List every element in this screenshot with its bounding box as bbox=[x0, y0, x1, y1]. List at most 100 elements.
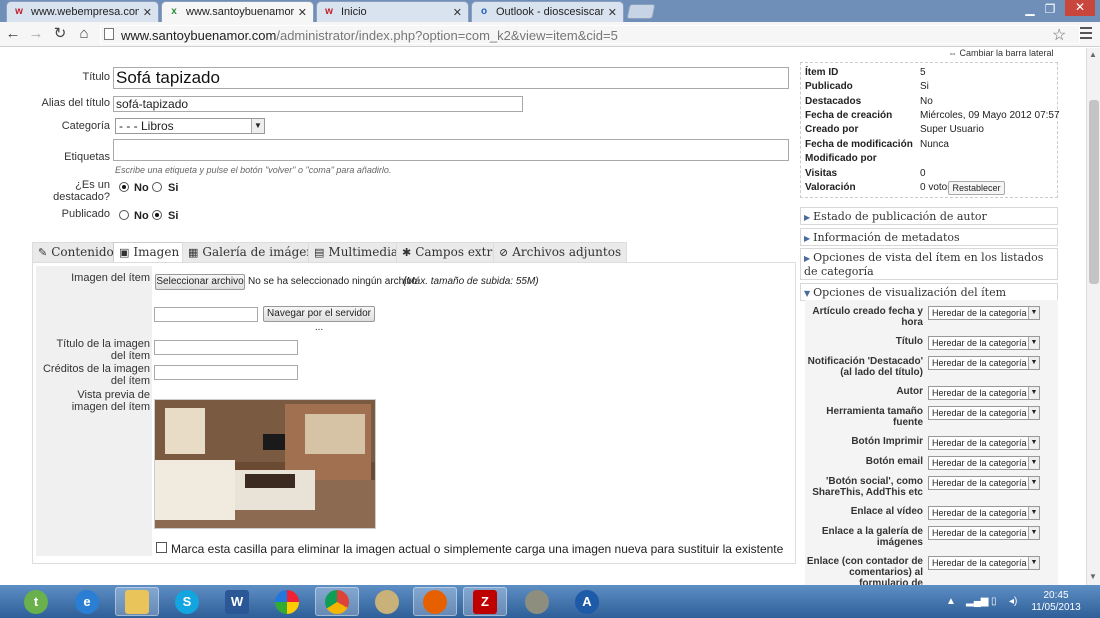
triangle-app-icon: A bbox=[575, 589, 599, 614]
credits-input[interactable] bbox=[154, 365, 298, 380]
option-select[interactable]: Heredar de la categoría ▼ bbox=[928, 306, 1040, 320]
accordion-author-status[interactable]: ▶ Estado de publicación de autor bbox=[800, 207, 1058, 225]
picasa-icon bbox=[275, 589, 299, 614]
gimp-button[interactable] bbox=[515, 587, 559, 616]
browser-tab-santoybuenamor[interactable]: x www.santoybuenamor.co ✕ bbox=[161, 1, 314, 22]
ie-button[interactable]: e bbox=[65, 587, 109, 616]
close-window-icon[interactable]: ✕ bbox=[1065, 0, 1095, 16]
scroll-up-icon[interactable]: ▲ bbox=[1089, 50, 1097, 59]
server-image-input[interactable] bbox=[154, 307, 258, 322]
option-select[interactable]: Heredar de la categoría ▼ bbox=[928, 406, 1040, 420]
close-tab-icon[interactable]: ✕ bbox=[453, 6, 462, 19]
published-si-radio[interactable] bbox=[152, 210, 162, 220]
tab-archivos-adjuntos[interactable]: ⊘ Archivos adjuntos bbox=[493, 242, 628, 262]
option-select[interactable]: Heredar de la categoría ▼ bbox=[928, 386, 1040, 400]
option-select[interactable]: Heredar de la categoría ▼ bbox=[928, 506, 1040, 520]
option-value: Heredar de la categoría bbox=[932, 388, 1027, 398]
close-tab-icon[interactable]: ✕ bbox=[608, 6, 617, 19]
firefox-icon bbox=[423, 589, 447, 614]
browser-tab-outlook[interactable]: o Outlook - dioscesiscanela ✕ bbox=[471, 1, 624, 22]
forward-arrow-icon[interactable]: → bbox=[27, 25, 45, 43]
sofa-room-photo bbox=[155, 400, 375, 528]
browser-tab-inicio[interactable]: w Inicio ✕ bbox=[316, 1, 469, 22]
tab-imagen[interactable]: ▣ Imagen bbox=[113, 242, 186, 262]
tab-contenido[interactable]: ✎ Contenido bbox=[32, 242, 120, 262]
option-select[interactable]: Heredar de la categoría ▼ bbox=[928, 476, 1040, 490]
word-button[interactable]: W bbox=[215, 587, 259, 616]
option-select[interactable]: Heredar de la categoría ▼ bbox=[928, 526, 1040, 540]
chevron-down-icon: ▼ bbox=[1028, 557, 1039, 569]
delete-image-checkbox[interactable] bbox=[156, 542, 167, 553]
app-button[interactable]: A bbox=[565, 587, 609, 616]
chrome-button[interactable] bbox=[315, 587, 359, 616]
option-select[interactable]: Heredar de la categoría ▼ bbox=[928, 456, 1040, 470]
info-value: Super Usuario bbox=[920, 124, 984, 135]
browse-server-button[interactable]: Navegar por el servidor ... bbox=[263, 306, 375, 333]
tab-label: Contenido bbox=[51, 245, 114, 259]
tab-label: Inicio bbox=[341, 6, 367, 18]
back-arrow-icon[interactable]: ← bbox=[4, 25, 22, 43]
option-select[interactable]: Heredar de la categoría ▼ bbox=[928, 336, 1040, 350]
info-value: Nunca bbox=[920, 139, 949, 150]
minimize-icon[interactable]: ▁ bbox=[1020, 2, 1040, 16]
option-select[interactable]: Heredar de la categoría ▼ bbox=[928, 356, 1040, 370]
accordion-metadata[interactable]: ▶ Información de metadatos bbox=[800, 228, 1058, 246]
option-label: Notificación 'Destacado' (al lado del tí… bbox=[807, 356, 923, 378]
paint-button[interactable] bbox=[365, 587, 409, 616]
tab-campos-extra[interactable]: ✱ Campos extra bbox=[396, 242, 506, 262]
talk-app-button[interactable]: t bbox=[14, 587, 58, 616]
filezilla-icon: Z bbox=[473, 589, 497, 614]
accordion-category-listing[interactable]: ▶ Opciones de vista del ítem en los lista… bbox=[800, 248, 1058, 280]
explorer-button[interactable] bbox=[115, 587, 159, 616]
title-input[interactable]: Sofá tapizado bbox=[113, 67, 789, 89]
info-key: Fecha de modificación bbox=[805, 139, 913, 150]
show-hidden-icons-icon[interactable]: ▲ bbox=[946, 596, 956, 607]
reset-rating-button[interactable]: Restablecer bbox=[948, 181, 1005, 195]
close-tab-icon[interactable]: ✕ bbox=[143, 6, 152, 19]
battery-icon[interactable]: ▯ bbox=[991, 596, 997, 607]
featured-si-radio[interactable] bbox=[152, 182, 162, 192]
chrome-menu-icon[interactable] bbox=[1080, 27, 1092, 42]
firefox-button[interactable] bbox=[413, 587, 457, 616]
alias-input[interactable]: sofá-tapizado bbox=[113, 96, 523, 112]
windows-taskbar: t e S W Z A bbox=[0, 585, 1100, 618]
home-icon[interactable]: ⌂ bbox=[75, 25, 93, 43]
published-no-radio[interactable] bbox=[119, 210, 129, 220]
toggle-sidebar-button[interactable]: ⇔ Cambiar la barra lateral bbox=[948, 48, 1054, 58]
filezilla-button[interactable]: Z bbox=[463, 587, 507, 616]
vertical-scrollbar[interactable]: ▲ ▼ bbox=[1086, 48, 1100, 585]
option-label: Enlace al vídeo bbox=[850, 506, 923, 517]
browser-tab-webempresa[interactable]: w www.webempresa.com/re ✕ bbox=[6, 1, 159, 22]
category-select[interactable]: - - - Libros ▼ bbox=[115, 118, 265, 134]
url-input[interactable]: www.santoybuenamor.com/administrator/ind… bbox=[100, 25, 1080, 44]
close-tab-icon[interactable]: ✕ bbox=[298, 6, 307, 19]
caption-input[interactable] bbox=[154, 340, 298, 355]
volume-icon[interactable]: ◂) bbox=[1009, 596, 1017, 607]
tags-input[interactable] bbox=[113, 139, 789, 161]
paperclip-icon: ⊘ bbox=[499, 246, 509, 259]
option-select[interactable]: Heredar de la categoría ▼ bbox=[928, 556, 1040, 570]
tab-multimedia[interactable]: ▤ Multimedia bbox=[308, 242, 405, 262]
new-tab-button[interactable] bbox=[626, 4, 656, 19]
reload-icon[interactable]: ↻ bbox=[51, 25, 69, 43]
taskbar-clock[interactable]: 20:45 11/05/2013 bbox=[1030, 590, 1082, 614]
chevron-down-icon: ▼ bbox=[1028, 307, 1039, 319]
scroll-down-icon[interactable]: ▼ bbox=[1089, 572, 1097, 581]
option-select[interactable]: Heredar de la categoría ▼ bbox=[928, 436, 1040, 450]
maximize-icon[interactable]: ❐ bbox=[1040, 2, 1060, 16]
featured-no-radio[interactable] bbox=[119, 182, 129, 192]
accordion-display-options[interactable]: ▼ Opciones de visualización del ítem bbox=[800, 283, 1058, 301]
triangle-right-icon: ▶ bbox=[804, 254, 811, 263]
bookmark-star-icon[interactable]: ☆ bbox=[1052, 25, 1066, 45]
option-label: Botón email bbox=[865, 456, 923, 467]
item-image-label: Imagen del ítem bbox=[71, 272, 150, 284]
skype-button[interactable]: S bbox=[165, 587, 209, 616]
scrollbar-thumb[interactable] bbox=[1089, 100, 1099, 284]
category-value: - - - Libros bbox=[119, 119, 174, 133]
network-icon[interactable]: ▂▄▆ bbox=[966, 596, 988, 607]
choose-file-button[interactable]: Seleccionar archivo bbox=[155, 274, 245, 290]
picasa-button[interactable] bbox=[265, 587, 309, 616]
published-label: Publicado bbox=[61, 208, 110, 220]
featured-si-label: Si bbox=[168, 182, 179, 194]
info-key: Valoración bbox=[805, 182, 856, 193]
